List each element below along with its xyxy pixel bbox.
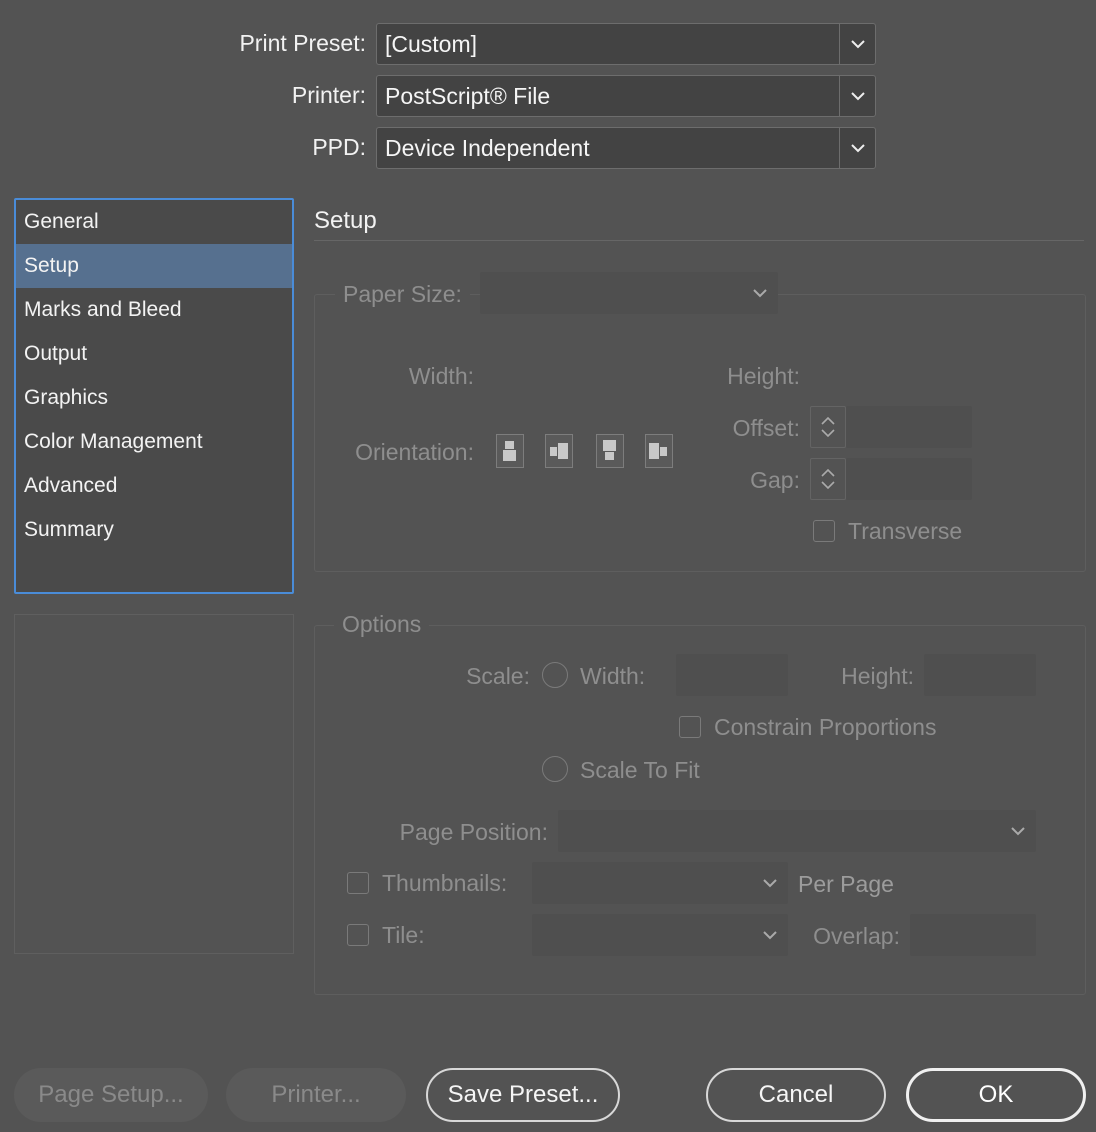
chevron-down-icon[interactable] (821, 481, 835, 489)
chevron-down-icon[interactable] (821, 429, 835, 437)
tile-checkbox[interactable] (347, 924, 369, 946)
scale-to-fit-label: Scale To Fit (580, 757, 700, 783)
category-list[interactable]: General Setup Marks and Bleed Output Gra… (14, 198, 294, 594)
sidebar-item-summary[interactable]: Summary (16, 508, 292, 552)
ok-button[interactable]: OK (906, 1068, 1086, 1122)
chevron-up-icon[interactable] (821, 417, 835, 425)
printer-label: Printer: (291, 82, 366, 108)
cancel-button[interactable]: Cancel (706, 1068, 886, 1122)
orientation-label: Orientation: (355, 439, 474, 465)
gap-field[interactable] (846, 458, 972, 500)
sidebar-item-graphics[interactable]: Graphics (16, 376, 292, 420)
divider (314, 240, 1084, 241)
print-preview-pane (14, 614, 294, 954)
reverse-portrait-icon[interactable] (596, 434, 624, 468)
thumbnails-label: Thumbnails: (382, 870, 508, 896)
print-preset-label: Print Preset: (239, 30, 366, 56)
chevron-down-icon[interactable] (839, 76, 875, 116)
scale-height-label: Height: (841, 663, 914, 689)
chevron-down-icon (763, 931, 777, 940)
scale-label: Scale: (466, 663, 530, 689)
reverse-landscape-icon[interactable] (645, 434, 673, 468)
scale-to-fit-radio[interactable] (542, 756, 568, 782)
transverse-label: Transverse (848, 518, 963, 544)
save-preset-button[interactable]: Save Preset... (426, 1068, 620, 1122)
page-position-select[interactable] (558, 810, 1036, 852)
ppd-select[interactable]: Device Independent (376, 127, 876, 169)
printer-value: PostScript® File (385, 82, 551, 109)
section-title: Setup (314, 207, 377, 234)
paper-size-select[interactable] (480, 272, 778, 314)
print-preset-select[interactable]: [Custom] (376, 23, 876, 65)
landscape-icon[interactable] (545, 434, 573, 468)
portrait-icon[interactable] (496, 434, 524, 468)
ppd-value: Device Independent (385, 134, 590, 161)
chevron-down-icon (1011, 827, 1025, 836)
scale-height-field[interactable] (924, 654, 1036, 696)
sidebar-item-setup[interactable]: Setup (16, 244, 292, 288)
constrain-proportions-label: Constrain Proportions (714, 714, 937, 740)
offset-field[interactable] (846, 406, 972, 448)
gap-stepper[interactable] (810, 458, 846, 500)
scale-width-radio[interactable] (542, 662, 568, 688)
scale-width-label: Width: (580, 663, 646, 689)
constrain-proportions-checkbox[interactable] (679, 716, 701, 738)
overlap-field[interactable] (910, 914, 1036, 956)
overlap-label: Overlap: (813, 923, 900, 949)
tile-label: Tile: (382, 922, 425, 948)
sidebar-item-color-management[interactable]: Color Management (16, 420, 292, 464)
thumbnails-select[interactable] (532, 862, 788, 904)
thumbnails-checkbox[interactable] (347, 872, 369, 894)
paper-size-label: Paper Size: (335, 281, 470, 308)
sidebar-item-marks-and-bleed[interactable]: Marks and Bleed (16, 288, 292, 332)
height-label: Height: (727, 363, 800, 389)
width-label: Width: (408, 363, 474, 389)
print-preset-value: [Custom] (385, 30, 478, 57)
chevron-up-icon[interactable] (821, 469, 835, 477)
sidebar-item-general[interactable]: General (16, 200, 292, 244)
offset-label: Offset: (732, 415, 800, 441)
chevron-down-icon (763, 879, 777, 888)
options-title: Options (334, 611, 430, 638)
printer-select[interactable]: PostScript® File (376, 75, 876, 117)
sidebar-item-output[interactable]: Output (16, 332, 292, 376)
printer-button[interactable]: Printer... (226, 1068, 406, 1122)
sidebar-item-advanced[interactable]: Advanced (16, 464, 292, 508)
transverse-checkbox[interactable] (813, 520, 835, 542)
tile-select[interactable] (532, 914, 788, 956)
offset-stepper[interactable] (810, 406, 846, 448)
per-page-label: Per Page (798, 871, 894, 897)
ppd-label: PPD: (312, 134, 366, 160)
chevron-down-icon[interactable] (839, 24, 875, 64)
chevron-down-icon[interactable] (839, 128, 875, 168)
scale-width-field[interactable] (676, 654, 788, 696)
page-position-label: Page Position: (399, 819, 548, 845)
chevron-down-icon (753, 289, 767, 298)
gap-label: Gap: (750, 467, 800, 493)
page-setup-button[interactable]: Page Setup... (14, 1068, 208, 1122)
